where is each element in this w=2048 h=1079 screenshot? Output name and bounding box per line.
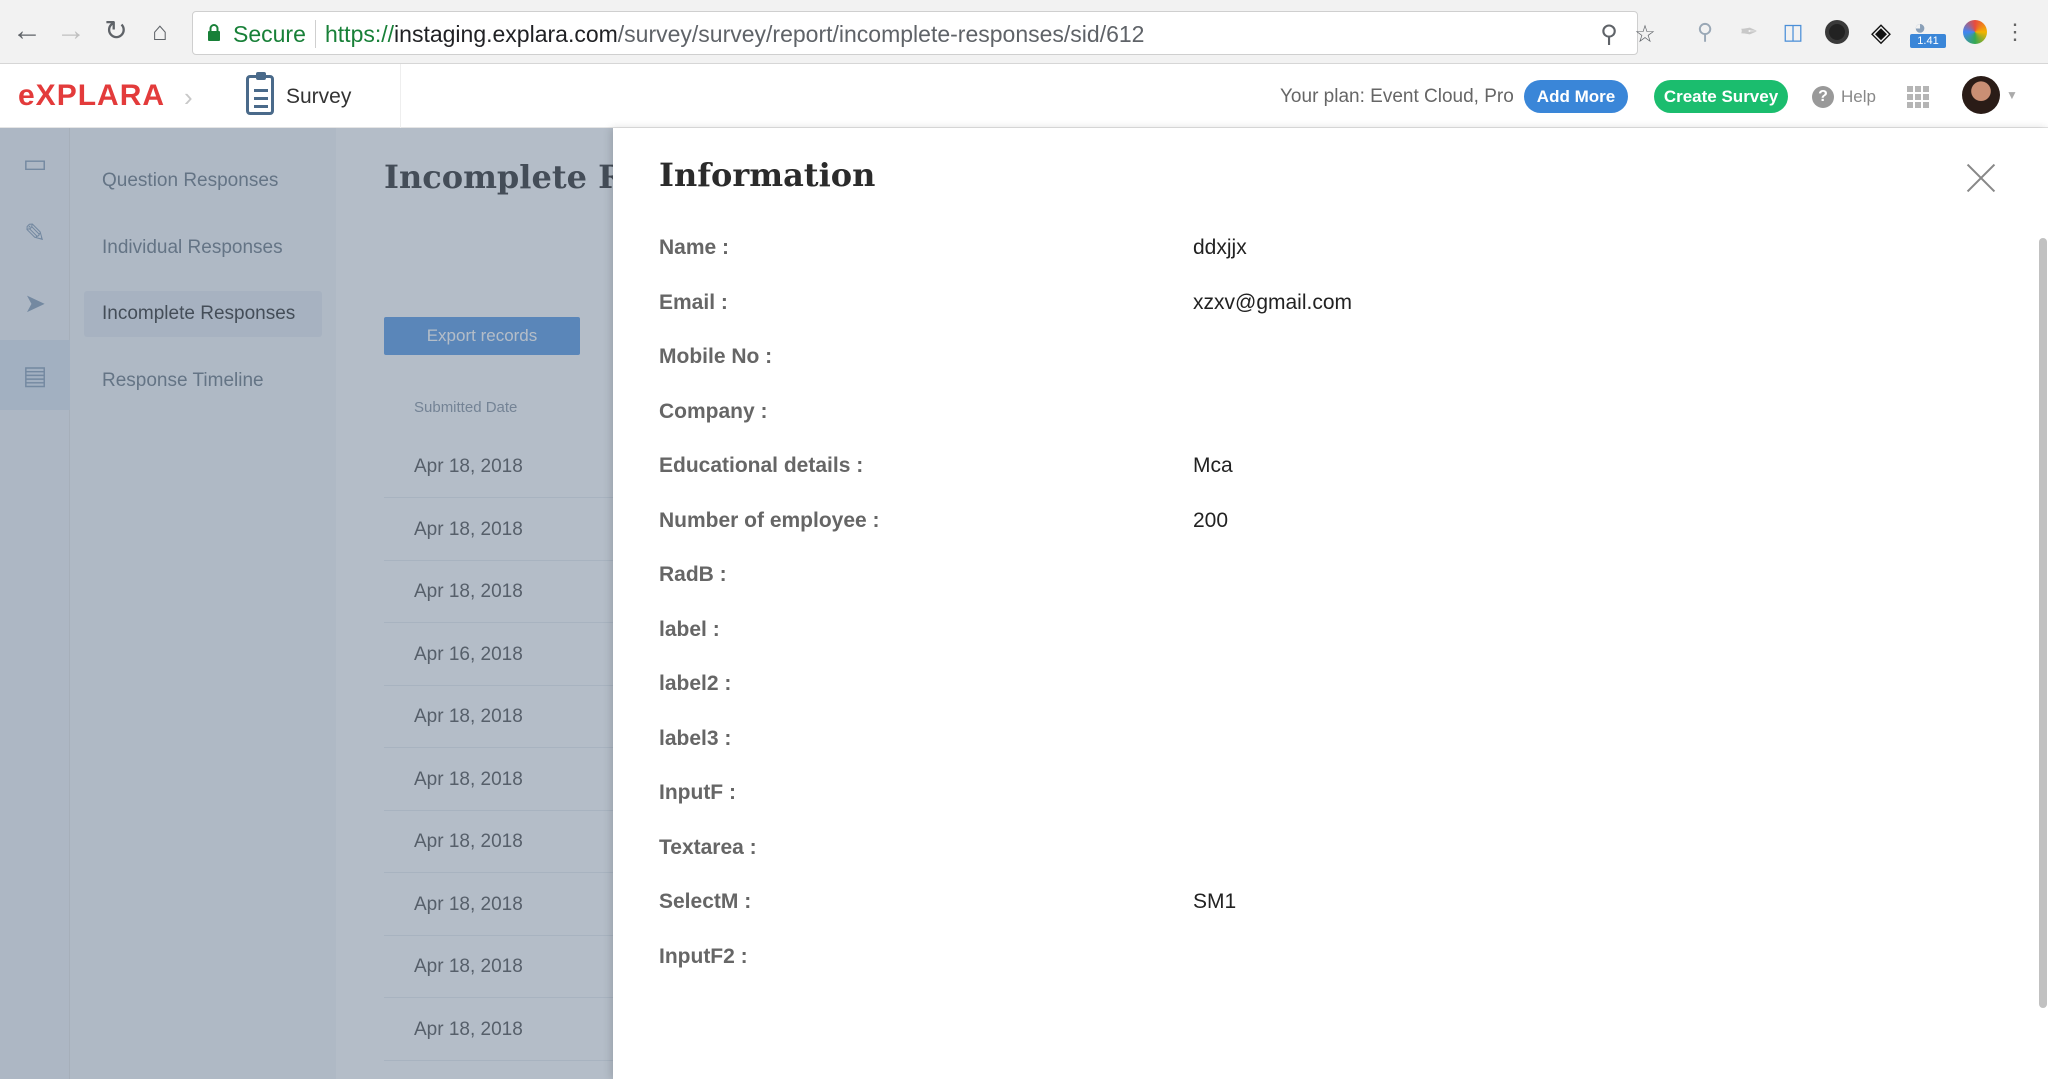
browser-toolbar: ← → ↻ ⌂ Secure https://instaging.explara… — [0, 0, 2048, 64]
pen-extension-icon[interactable]: ✒ — [1734, 17, 1764, 47]
back-icon[interactable]: ← — [10, 14, 44, 48]
breadcrumb-chevron-icon: › — [184, 82, 193, 112]
bookmark-star-icon[interactable]: ☆ — [1631, 20, 1659, 48]
field-label: label2 : — [659, 672, 732, 695]
url-text[interactable]: https://instaging.explara.com/survey/sur… — [325, 21, 1144, 48]
home-icon[interactable]: ⌂ — [143, 14, 177, 48]
field-label: label : — [659, 617, 720, 641]
field-label: SelectM : — [659, 890, 752, 913]
address-bar[interactable]: Secure https://instaging.explara.com/sur… — [192, 11, 1656, 55]
speed-extension-icon[interactable]: ◕ 1.41 — [1910, 17, 1946, 48]
secure-label: Secure — [233, 21, 306, 47]
field-label: Email : — [659, 290, 728, 314]
create-survey-button[interactable]: Create Survey — [1654, 80, 1788, 113]
field-label: Educational details : — [659, 454, 864, 477]
field-value: SM1 — [1193, 890, 1237, 913]
help-icon[interactable]: ? — [1812, 86, 1834, 108]
forward-icon[interactable]: → — [54, 14, 88, 48]
reload-icon[interactable]: ↻ — [99, 14, 133, 48]
field-label: InputF : — [659, 781, 736, 804]
plan-text: Your plan: Event Cloud, Pro — [1280, 86, 1514, 107]
chevron-down-icon[interactable]: ▼ — [2006, 88, 2018, 102]
field-label: InputF2 : — [659, 944, 748, 968]
field-value: 200 — [1193, 508, 1229, 532]
field-value: ddxjjx — [1193, 236, 1247, 259]
field-label: Company : — [659, 399, 768, 423]
color-wheel-extension-icon[interactable] — [1960, 17, 1990, 47]
add-more-button[interactable]: Add More — [1524, 80, 1628, 113]
field-value: xzxv@gmail.com — [1193, 290, 1353, 314]
apps-grid-icon[interactable] — [1907, 86, 1929, 108]
zoom-icon[interactable]: ⚲ — [1595, 20, 1623, 48]
field-label: label3 : — [659, 726, 732, 750]
field-label: Mobile No : — [659, 345, 773, 368]
diamond-extension-icon[interactable]: ◈ — [1866, 17, 1896, 47]
lock-icon — [208, 24, 220, 41]
field-label: RadB : — [659, 563, 727, 586]
menu-dots-icon[interactable]: ⋮ — [2000, 17, 2030, 47]
survey-clipboard-icon — [246, 72, 274, 115]
url-separator — [315, 20, 316, 48]
information-panel: Information Name : ddxjjx Email : xzxv@gmai… — [613, 128, 2048, 1079]
app-header: eXPLARA › Survey Your plan: Event Cloud,… — [0, 64, 2048, 128]
module-title[interactable]: Survey — [286, 85, 351, 109]
field-label: Name : — [659, 236, 730, 259]
field-label: Number of employee : — [659, 508, 880, 532]
field-label: Textarea : — [659, 835, 757, 859]
search-extension-icon[interactable]: ⚲ — [1690, 17, 1720, 47]
panel-title: Information — [659, 156, 876, 194]
camera-extension-icon[interactable] — [1822, 17, 1852, 47]
header-divider — [400, 64, 401, 128]
field-value: Mca — [1193, 454, 1233, 477]
scrollbar[interactable] — [2039, 238, 2047, 1008]
help-link[interactable]: Help — [1841, 87, 1876, 107]
explara-logo[interactable]: eXPLARA — [18, 79, 165, 113]
avatar[interactable] — [1962, 76, 2000, 114]
panel-extension-icon[interactable]: ◫ — [1778, 17, 1808, 47]
close-icon[interactable] — [1965, 162, 1997, 194]
